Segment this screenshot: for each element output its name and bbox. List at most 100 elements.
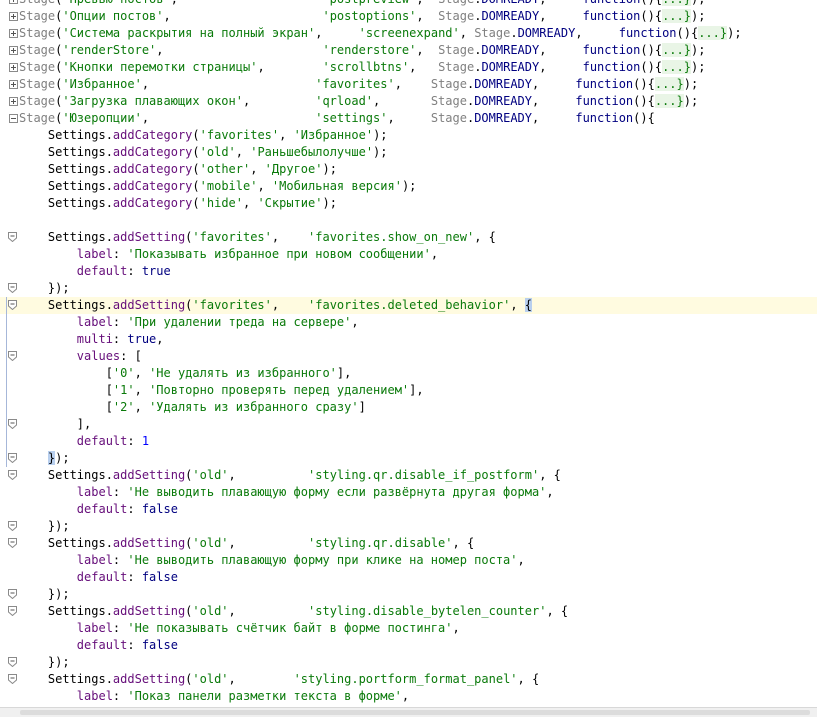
code-token: Settings. [19, 604, 113, 618]
code-line[interactable]: default: false [0, 637, 817, 654]
fold-expand-icon[interactable] [9, 12, 18, 21]
code-line[interactable]: default: false [0, 569, 817, 586]
folded-region[interactable]: ...} [698, 26, 728, 40]
code-token: 'postpreview' [322, 0, 416, 6]
fold-marker-icon[interactable] [8, 606, 17, 616]
code-token: (){ [640, 43, 663, 57]
fold-marker-icon[interactable] [8, 470, 17, 480]
code-line[interactable]: Settings.addCategory('favorites', 'Избра… [0, 127, 817, 144]
code-token: 'scrollbtns' [322, 60, 410, 74]
folded-region[interactable]: ...} [654, 77, 684, 91]
code-line[interactable]: }); [0, 518, 817, 535]
code-line[interactable]: Settings.addSetting('old', 'styling.qr.d… [0, 535, 817, 552]
code-line[interactable]: values: [ [0, 348, 817, 365]
code-token: label [76, 621, 113, 635]
code-editor[interactable]: Stage ('Превью постов', 'postpreview', St… [0, 0, 817, 705]
code-line[interactable]: default: 1 [0, 433, 817, 450]
code-line[interactable]: ['0', 'Не удалять из избранного'], [0, 365, 817, 382]
fold-collapse-icon[interactable] [9, 114, 18, 123]
code-line[interactable] [0, 212, 817, 229]
code-token: Stage [438, 60, 475, 74]
code-token: ( [192, 179, 200, 193]
code-line[interactable]: }); [0, 586, 817, 603]
fold-marker-icon[interactable] [8, 351, 17, 361]
fold-marker-icon[interactable] [8, 232, 17, 242]
code-token: DOMREADY [481, 0, 539, 6]
code-token: Stage [19, 0, 55, 6]
scrollbar-thumb[interactable] [20, 710, 810, 715]
code-line[interactable]: Settings.addSetting('old', 'styling.qr.d… [0, 467, 817, 484]
code-token: (){ [633, 111, 655, 125]
code-line[interactable]: ['1', 'Повторно проверять перед удаление… [0, 382, 817, 399]
code-token: : [112, 332, 128, 346]
code-token: ], [336, 366, 352, 380]
code-token: , [228, 468, 309, 482]
fold-marker-icon[interactable] [8, 589, 17, 599]
code-token: ); [683, 77, 699, 91]
folded-region[interactable]: ...} [662, 0, 691, 6]
fold-marker-icon[interactable] [8, 453, 17, 463]
fold-marker-icon[interactable] [8, 300, 17, 310]
code-line[interactable]: Stage('Система раскрытия на полный экран… [0, 25, 817, 42]
folded-region[interactable]: ...} [654, 94, 684, 108]
code-token: 'Юзеропции' [62, 111, 142, 125]
code-line[interactable]: label: 'Не выводить плавающую форму если… [0, 484, 817, 501]
fold-marker-icon[interactable] [8, 657, 17, 667]
folded-region[interactable]: ...} [662, 60, 691, 74]
code-line[interactable]: Settings.addSetting('favorites', 'favori… [0, 229, 817, 246]
code-token: 'Кнопки перемотки страницы' [62, 60, 258, 74]
fold-marker-icon[interactable] [8, 674, 17, 684]
code-line[interactable]: Stage('Загрузка плавающих окон', 'qrload… [0, 93, 817, 110]
code-line[interactable]: Settings.addCategory('other', 'Другое'); [0, 161, 817, 178]
code-line[interactable]: }); [0, 280, 817, 297]
code-line[interactable]: }); [0, 654, 817, 671]
code-line[interactable]: label: 'Не показывать счётчик байт в фор… [0, 620, 817, 637]
code-line[interactable]: multi: true, [0, 331, 817, 348]
code-line[interactable]: default: true [0, 263, 817, 280]
fold-marker-icon[interactable] [8, 283, 17, 293]
fold-marker-icon[interactable] [8, 538, 17, 548]
code-line[interactable]: Stage('Кнопки перемотки страницы', 'scro… [0, 59, 817, 76]
fold-expand-icon[interactable] [9, 63, 18, 72]
folded-region[interactable]: ...} [662, 9, 691, 23]
code-text: Stage('Превью постов', 'postpreview', St… [19, 0, 705, 8]
code-token: , [279, 128, 294, 142]
code-token: default [76, 264, 128, 278]
code-text: label: 'Показ панели разметки текста в ф… [19, 688, 409, 705]
fold-expand-icon[interactable] [9, 46, 18, 55]
code-line[interactable]: Stage('Превью постов', 'postpreview', St… [0, 0, 817, 8]
fold-expand-icon[interactable] [9, 0, 18, 4]
code-token: Stage [430, 111, 467, 125]
code-line[interactable]: Settings.addCategory('hide', 'Скрытие'); [0, 195, 817, 212]
code-line[interactable]: label: 'Показ панели разметки текста в ф… [0, 688, 817, 705]
code-line[interactable]: Settings.addSetting('favorites', 'favori… [0, 297, 817, 314]
fold-expand-icon[interactable] [9, 80, 18, 89]
code-line[interactable]: Stage('Избранное', 'favorites', Stage.DO… [0, 76, 817, 93]
code-token: , [539, 0, 582, 6]
code-line[interactable]: Settings.addSetting('old', 'styling.port… [0, 671, 817, 688]
code-line[interactable]: label: 'Не выводить плавающую форму при … [0, 552, 817, 569]
code-line[interactable]: ], [0, 416, 817, 433]
horizontal-scrollbar[interactable] [0, 707, 817, 717]
code-line[interactable]: Settings.addCategory('mobile', 'Мобильна… [0, 178, 817, 195]
code-token: , [257, 60, 323, 74]
fold-expand-icon[interactable] [9, 29, 18, 38]
fold-marker-icon[interactable] [8, 419, 17, 429]
code-line[interactable]: label: 'При удалении треда на сервере', [0, 314, 817, 331]
code-line[interactable]: Settings.addCategory('old', 'Раньшебылол… [0, 144, 817, 161]
fold-marker-icon[interactable] [8, 521, 17, 531]
code-line[interactable]: Settings.addSetting('old', 'styling.disa… [0, 603, 817, 620]
code-token: addSetting [112, 536, 186, 550]
code-line[interactable]: default: false [0, 501, 817, 518]
code-line[interactable]: Stage('renderStore', 'renderstore', Stag… [0, 42, 817, 59]
code-line[interactable]: Stage('Юзеропции', 'settings', Stage.DOM… [0, 110, 817, 127]
folded-region[interactable]: ...} [662, 43, 691, 57]
code-line[interactable]: }); [0, 450, 817, 467]
code-line[interactable]: Stage('Опции постов', 'postoptions', Sta… [0, 8, 817, 25]
code-line[interactable]: label: 'Показывать избранное при новом с… [0, 246, 817, 263]
code-line[interactable]: ['2', 'Удалять из избранного сразу'] [0, 399, 817, 416]
fold-expand-icon[interactable] [9, 97, 18, 106]
